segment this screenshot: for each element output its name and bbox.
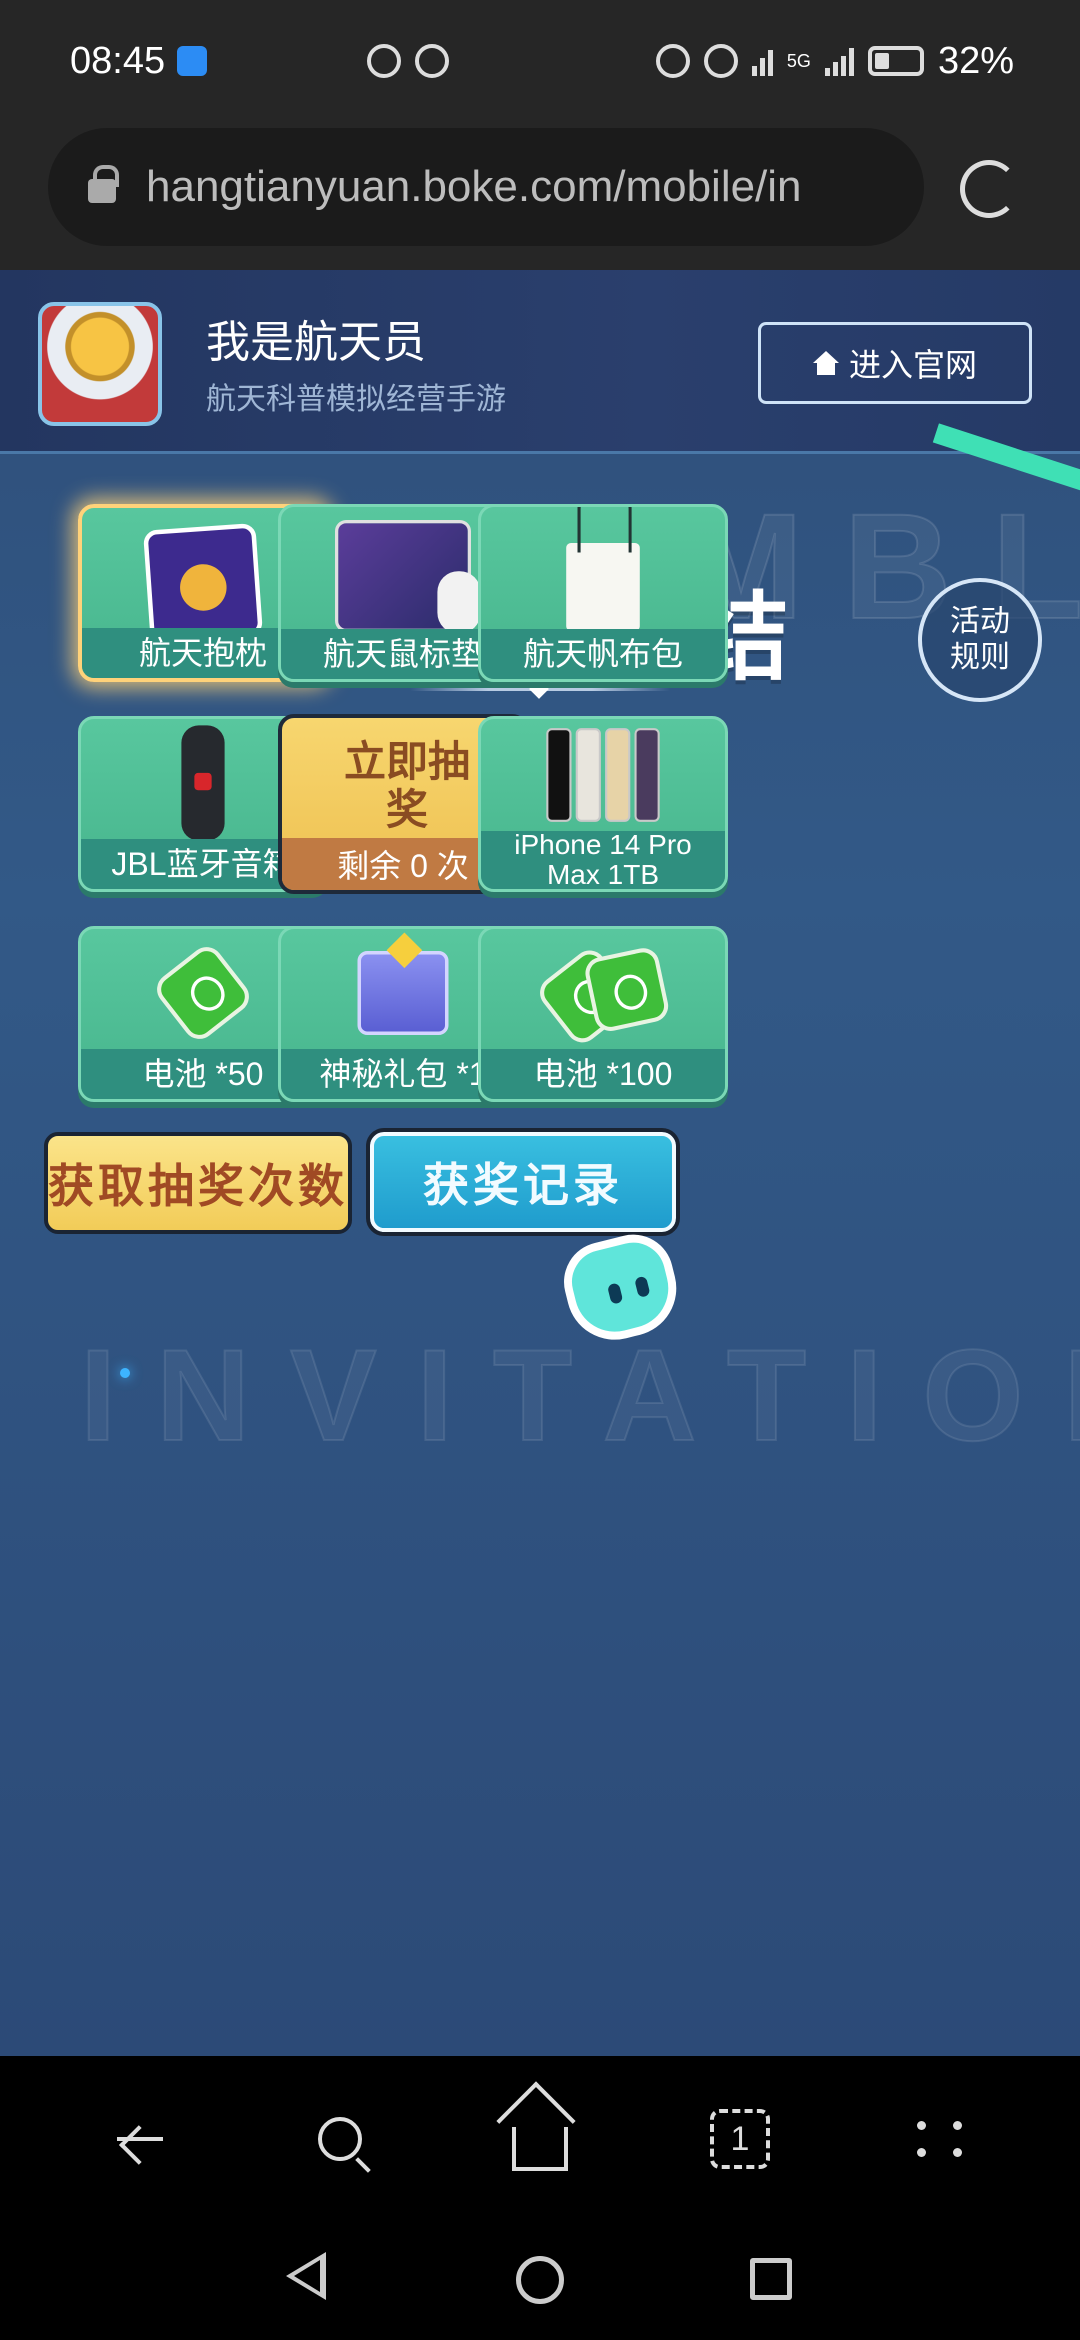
get-draw-chances-button[interactable]: 获取抽奖次数 [44,1132,352,1234]
iphone-icon [546,728,660,822]
nav-recents-icon[interactable] [750,2258,792,2300]
battery-pack-icon [533,943,672,1049]
title-divider [410,688,670,691]
browser-toolbar: 1 [0,2056,1080,2222]
search-icon [318,2117,362,2161]
pillow-icon [142,522,264,644]
back-button[interactable] [100,2099,180,2179]
draw-now-label: 立即抽奖 [343,738,470,833]
wifi-icon [751,46,773,76]
prize-label: iPhone 14 Pro Max 1TB [481,830,725,889]
status-bar: 08:45 5G 32% [0,0,1080,122]
signal-icon [824,46,854,76]
mousepad-icon [335,520,481,634]
battery-icon [150,940,256,1046]
menu-button[interactable] [900,2099,980,2179]
rules-label: 活动规则 [950,605,1010,674]
nav-back-icon[interactable] [286,2252,326,2300]
web-page: 我是航天员 航天科普模拟经营手游 进入官网 ASSEMBLY 航天员集结 活动规… [0,270,1080,2056]
home-button[interactable] [500,2099,580,2179]
prize-card-tote-bag[interactable]: 航天帆布包 [478,504,728,682]
address-bar[interactable]: hangtianyuan.boke.com/mobile/in [48,128,924,246]
game-header: 我是航天员 航天科普模拟经营手游 进入官网 [0,270,1080,454]
system-nav-bar [0,2222,1080,2340]
clock: 08:45 [70,39,166,82]
prize-records-button[interactable]: 获奖记录 [366,1128,680,1236]
speed-icon [415,44,450,78]
enter-official-site-button[interactable]: 进入官网 [758,322,1032,404]
vibrate-icon [703,44,738,78]
search-button[interactable] [300,2099,380,2179]
prize-card-battery-100[interactable]: 电池 *100 [478,926,728,1102]
back-arrow-icon [117,2137,163,2141]
event-rules-button[interactable]: 活动规则 [918,578,1042,702]
reload-icon[interactable] [960,160,1018,218]
network-type: 5G [786,50,811,71]
enter-site-label: 进入官网 [848,347,977,383]
tabs-button[interactable]: 1 [700,2099,780,2179]
game-app-icon[interactable] [38,302,162,426]
weather-app-icon [177,46,208,76]
game-subtitle: 航天科普模拟经营手游 [206,383,506,416]
url-text: hangtianyuan.boke.com/mobile/in [146,162,802,211]
lock-icon [88,165,119,203]
tabs-icon: 1 [710,2109,770,2169]
speaker-icon [181,725,225,841]
prize-label: 航天帆布包 [481,629,725,679]
home-icon [812,351,839,375]
prize-label: 电池 *100 [481,1049,725,1099]
eye-icon [655,44,690,78]
tote-bag-icon [566,507,640,631]
data-saver-icon [367,44,402,78]
browser-url-area: hangtianyuan.boke.com/mobile/in [0,122,1080,270]
mystery-box-icon [357,951,449,1035]
background-word-bottom: INVITATION [79,1321,1080,1469]
nav-home-icon[interactable] [516,2256,564,2304]
battery-icon [867,46,924,76]
battery-percent: 32% [937,39,1014,82]
prize-card-iphone[interactable]: iPhone 14 Pro Max 1TB [478,716,728,892]
menu-dots-icon [917,2121,963,2157]
game-name: 我是航天员 [206,318,426,367]
home-icon [512,2127,568,2171]
